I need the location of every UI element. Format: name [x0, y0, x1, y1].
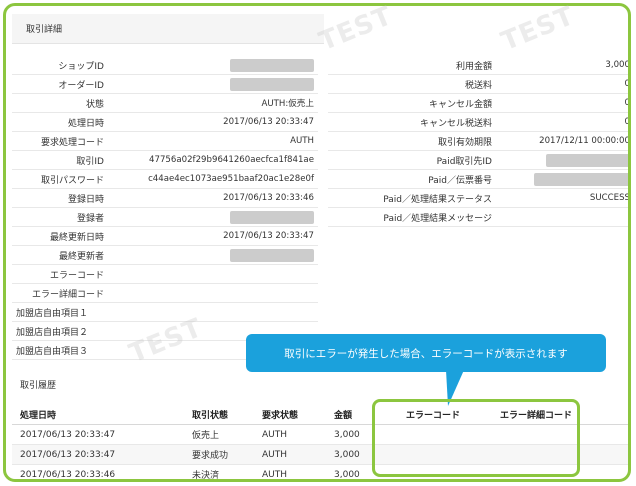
detail-label: 加盟店自由項目３: [16, 346, 89, 357]
detail-value: [496, 172, 628, 186]
detail-row: 最終更新者: [12, 246, 318, 265]
detail-row: 税送料 0: [328, 75, 630, 94]
detail-value: 2017/06/13 20:33:46: [223, 193, 314, 203]
detail-value: 2017/12/11 00:00:00: [539, 136, 630, 146]
detail-value: 0: [624, 117, 630, 127]
detail-row: Paid取引先ID: [328, 151, 628, 170]
masked-value: [230, 210, 314, 224]
detail-row: 登録日時 2017/06/13 20:33:46: [12, 189, 318, 208]
detail-row: キャンセル税送料 0: [328, 113, 630, 132]
detail-label: Paid／伝票番号: [428, 175, 492, 186]
detail-right-list: 利用金額 3,000 税送料 0 キャンセル金額 0 キャンセル税送料 0 取引有効期限 2017…: [328, 56, 630, 227]
detail-row: 取引パスワード c44ae4ec1073ae951baaf20ac1e28e0f: [12, 170, 318, 189]
detail-label: 利用金額: [455, 61, 492, 72]
masked-value: [230, 248, 314, 262]
table-cell: 要求成功: [192, 451, 229, 461]
detail-label: 最終更新日時: [49, 232, 104, 243]
detail-row: キャンセル金額 0: [328, 94, 630, 113]
detail-row: 登録者: [12, 208, 318, 227]
table-cell: 未決済: [192, 471, 220, 481]
detail-label: 加盟店自由項目２: [16, 327, 89, 338]
detail-row: 利用金額 3,000: [328, 56, 630, 75]
detail-row: 処理日時 2017/06/13 20:33:47: [12, 113, 318, 132]
detail-label: キャンセル税送料: [419, 118, 492, 129]
history-title: 取引履歴: [20, 381, 57, 391]
detail-label: 要求処理コード: [40, 137, 104, 148]
masked-value: [230, 77, 314, 91]
detail-value: 2017/06/13 20:33:47: [223, 117, 314, 127]
detail-row: 要求処理コード AUTH: [12, 132, 318, 151]
masked-value: [230, 58, 314, 72]
detail-label: 税送料: [464, 80, 492, 91]
detail-row: Paid／処理結果メッセージ: [328, 208, 628, 227]
detail-value: 0: [624, 98, 630, 108]
detail-row: 加盟店自由項目１: [12, 303, 318, 322]
table-cell: 2017/06/13 20:33:47: [20, 429, 116, 440]
detail-value: c44ae4ec1073ae951baaf20ac1e28e0f: [148, 174, 314, 184]
detail-value: AUTH: [290, 136, 314, 146]
detail-row: オーダーID: [12, 75, 318, 94]
detail-label: オーダーID: [58, 80, 104, 91]
table-cell: AUTH: [262, 469, 288, 480]
error-columns-highlight: [372, 399, 580, 477]
detail-value: 3,000: [605, 60, 630, 70]
table-cell: AUTH: [262, 449, 288, 460]
detail-label: Paid／処理結果メッセージ: [383, 213, 492, 224]
detail-label: Paid／処理結果ステータス: [383, 194, 492, 205]
detail-value: [108, 77, 318, 91]
detail-row: 最終更新日時 2017/06/13 20:33:47: [12, 227, 318, 246]
detail-row: 取引ID 47756a02f29b9641260aecfca1f841ae: [12, 151, 318, 170]
table-cell: 仮売上: [192, 431, 220, 441]
detail-row: 取引有効期限 2017/12/11 00:00:00: [328, 132, 630, 151]
table-cell: AUTH: [262, 429, 288, 440]
masked-value: [534, 172, 628, 186]
detail-row: エラー詳細コード: [12, 284, 318, 303]
detail-value: 47756a02f29b9641260aecfca1f841ae: [149, 155, 314, 165]
detail-value: [108, 210, 318, 224]
detail-label: 取引有効期限: [437, 137, 492, 148]
callout-bubble: 取引にエラーが発生した場合、エラーコードが表示されます: [246, 334, 606, 372]
detail-label: 取引ID: [76, 156, 104, 167]
detail-left-list: ショップID オーダーID 状態 AUTH:仮売上処理日時 2017/06/13 20:…: [12, 56, 318, 360]
detail-value: AUTH:仮売上: [261, 99, 314, 109]
detail-value: [108, 58, 318, 72]
detail-row: 状態 AUTH:仮売上: [12, 94, 318, 113]
history-column-header: 処理日時: [20, 411, 57, 421]
detail-label: 最終更新者: [58, 251, 104, 262]
history-column-header: 要求状態: [262, 411, 299, 421]
history-column-header: 取引状態: [192, 411, 229, 421]
detail-label: 登録者: [76, 213, 104, 224]
detail-label: エラーコード: [49, 270, 104, 281]
table-cell: 2017/06/13 20:33:47: [20, 449, 116, 460]
detail-label: キャンセル金額: [428, 99, 492, 110]
panel-title: 取引詳細: [26, 25, 63, 35]
detail-label: 状態: [85, 99, 104, 110]
detail-value: 2017/06/13 20:33:47: [223, 231, 314, 241]
table-cell: 2017/06/13 20:33:46: [20, 469, 116, 480]
detail-label: ショップID: [58, 61, 104, 72]
panel-header: 取引詳細: [12, 14, 324, 44]
detail-value: [496, 153, 628, 167]
detail-row: エラーコード: [12, 265, 318, 284]
detail-value: [108, 248, 318, 262]
detail-value: 0: [624, 79, 630, 89]
detail-value: SUCCESS: [589, 193, 630, 203]
masked-value: [546, 153, 628, 167]
detail-label: エラー詳細コード: [31, 289, 104, 300]
detail-row: Paid／処理結果ステータス SUCCESS: [328, 189, 630, 208]
detail-label: 登録日時: [67, 194, 104, 205]
detail-label: 処理日時: [67, 118, 104, 129]
detail-label: 加盟店自由項目１: [16, 308, 89, 319]
detail-label: Paid取引先ID: [436, 156, 492, 167]
detail-label: 取引パスワード: [40, 175, 104, 186]
detail-row: ショップID: [12, 56, 318, 75]
callout-text: 取引にエラーが発生した場合、エラーコードが表示されます: [284, 347, 568, 360]
detail-row: Paid／伝票番号: [328, 170, 628, 189]
